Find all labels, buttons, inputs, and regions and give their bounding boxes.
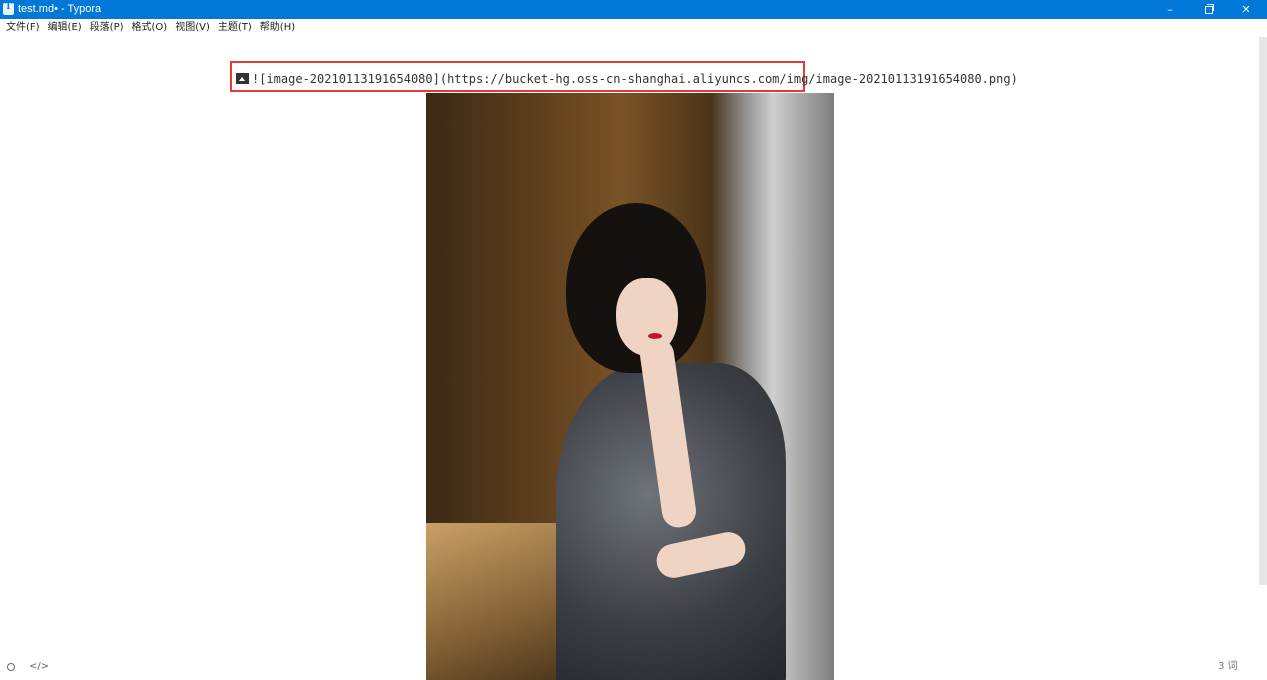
circle-icon[interactable] (7, 663, 15, 671)
code-icon[interactable]: </> (29, 661, 49, 673)
embedded-photo[interactable] (426, 93, 834, 680)
menu-view[interactable]: 视图(V) (171, 19, 214, 37)
restore-button[interactable] (1190, 0, 1226, 19)
menu-help[interactable]: 帮助(H) (256, 19, 299, 37)
restore-icon (1205, 4, 1214, 14)
menu-theme[interactable]: 主题(T) (214, 19, 256, 37)
menu-edit[interactable]: 编辑(E) (44, 19, 86, 37)
typora-icon (3, 1, 14, 15)
status-bar-left: </> (7, 661, 49, 673)
menu-file[interactable]: 文件(F) (0, 19, 44, 37)
markdown-image-source[interactable]: ![image-20210113191654080](https://bucke… (236, 71, 1018, 87)
close-button[interactable]: ✕ (1228, 0, 1264, 19)
menu-paragraph[interactable]: 段落(P) (86, 19, 128, 37)
markdown-image-text[interactable]: ![image-20210113191654080](https://bucke… (252, 72, 1018, 86)
menu-bar: 文件(F) 编辑(E) 段落(P) 格式(O) 视图(V) 主题(T) 帮助(H… (0, 19, 1267, 37)
title-bar: test.md• - Typora – ✕ (0, 0, 1267, 19)
menu-format[interactable]: 格式(O) (128, 19, 172, 37)
vertical-scrollbar[interactable] (1259, 37, 1267, 585)
minimize-button[interactable]: – (1152, 0, 1188, 19)
word-count[interactable]: 3 词 (1218, 661, 1238, 673)
window-title: test.md• - Typora (18, 3, 102, 15)
image-icon (236, 73, 249, 84)
